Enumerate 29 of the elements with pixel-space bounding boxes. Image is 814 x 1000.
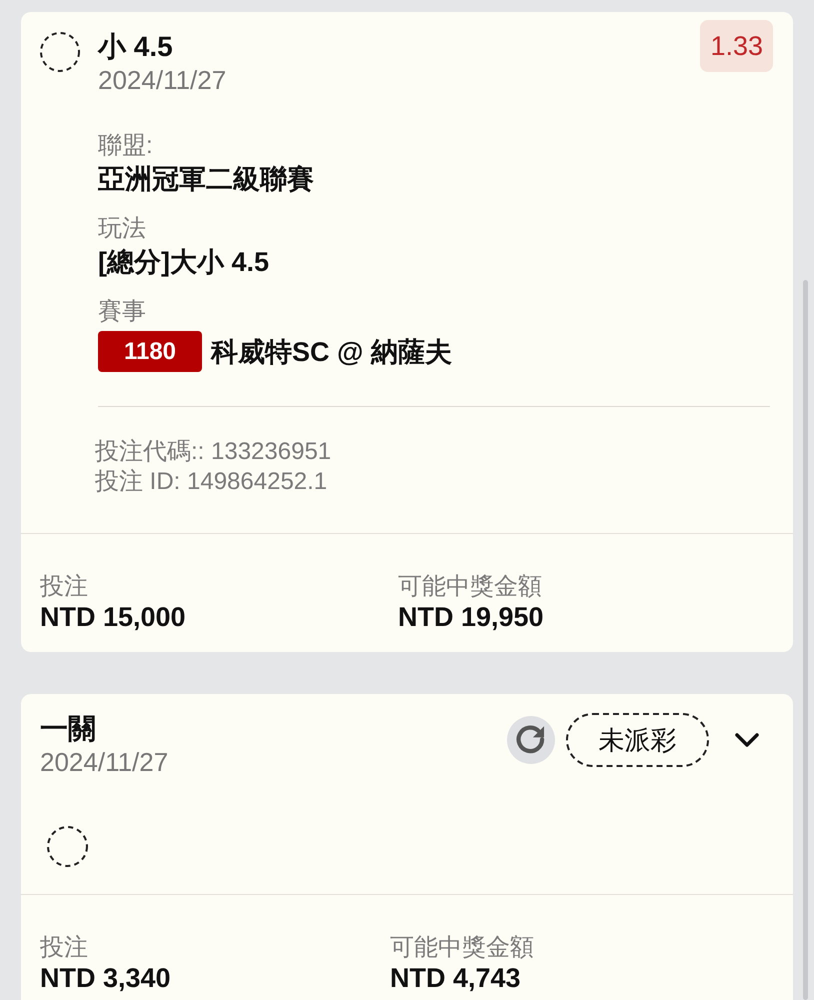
bet-title: 小 4.5 <box>98 30 173 64</box>
stake-amount: NTD 15,000 <box>40 602 186 632</box>
stake-label: 投注 <box>40 572 88 602</box>
payout-label: 可能中獎金額 <box>398 572 542 602</box>
chevron-down-icon[interactable] <box>734 732 760 748</box>
detail-label: 賽事 <box>98 297 146 327</box>
payout-amount: NTD 19,950 <box>398 602 544 632</box>
status-pill: 未派彩 <box>566 713 709 767</box>
scrollbar-thumb[interactable] <box>803 280 808 1000</box>
detail-label: 聯盟: <box>98 131 153 161</box>
stake-label: 投注 <box>40 933 88 963</box>
detail-value: 亞洲冠軍二級聯賽 <box>98 163 314 196</box>
payout-amount: NTD 4,743 <box>390 963 521 993</box>
detail-label: 玩法 <box>98 214 146 244</box>
dashed-circle-icon <box>40 32 80 72</box>
refresh-icon <box>516 725 546 755</box>
payout-label: 可能中獎金額 <box>390 933 534 963</box>
stake-amount: NTD 3,340 <box>40 963 171 993</box>
match-code-badge: 1180 <box>98 331 202 372</box>
refresh-button[interactable] <box>507 716 555 764</box>
dashed-circle-icon <box>47 826 88 867</box>
bet-code-text: 投注代碼:: 133236951 <box>95 437 332 467</box>
bet-code-text: 投注 ID: 149864252.1 <box>95 467 328 497</box>
match-name: 科威特SC @ 納薩夫 <box>211 336 452 368</box>
bet-date: 2024/11/27 <box>40 746 168 778</box>
bet-title: 一關 <box>40 712 96 746</box>
odds-badge: 1.33 <box>700 20 773 72</box>
bet-date: 2024/11/27 <box>98 64 226 96</box>
detail-value: [總分]大小 4.5 <box>98 246 270 279</box>
